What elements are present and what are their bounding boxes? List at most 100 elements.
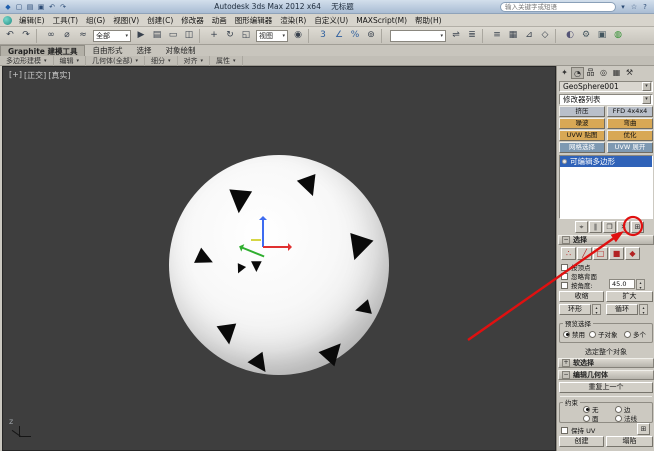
- viewport[interactable]: [+] [正交] [真实] ▲ ▲ ▲ ▲ ▲ ▲ ▲ ▲ ▲ ▲ z: [2, 66, 556, 451]
- search-scope-icon[interactable]: ▾: [618, 2, 628, 12]
- visibility-bulb-icon[interactable]: [562, 159, 567, 164]
- repeat-last-button[interactable]: 重复上一个: [559, 382, 653, 393]
- soft-selection-rollout-header[interactable]: + 软选择: [558, 358, 654, 368]
- angle-spinner[interactable]: ▴ ▾: [636, 279, 645, 290]
- select-object-icon[interactable]: ▶: [134, 28, 149, 43]
- modifier-preset-button[interactable]: 挤压: [559, 106, 605, 117]
- modifier-preset-button[interactable]: UVW 展开: [607, 142, 653, 153]
- ribbon-tab[interactable]: 选择: [129, 45, 158, 56]
- edit-geometry-rollout-header[interactable]: − 编辑几何体: [558, 370, 654, 380]
- modify-tab[interactable]: ◔: [571, 67, 584, 79]
- display-tab[interactable]: ▦: [610, 67, 623, 79]
- ribbon-tab[interactable]: 自由形式: [85, 45, 129, 56]
- select-by-name-icon[interactable]: ▤: [150, 28, 165, 43]
- app-logo-icon[interactable]: ◆: [3, 2, 13, 12]
- modifier-preset-button[interactable]: FFD 4x4x4: [607, 106, 653, 117]
- preview-selection-radio[interactable]: 禁用: [563, 329, 585, 339]
- border-mode-button[interactable]: □: [593, 247, 608, 260]
- menu-item[interactable]: 编辑(E): [15, 14, 49, 27]
- new-scene-icon[interactable]: ▢: [14, 2, 24, 12]
- pin-stack-button[interactable]: ⌖: [575, 221, 588, 233]
- select-and-rotate-icon[interactable]: ↻: [223, 28, 238, 43]
- ribbon-panel-title[interactable]: 对齐 ▾: [178, 55, 211, 66]
- redo-quick-icon[interactable]: ↷: [58, 2, 68, 12]
- select-and-move-icon[interactable]: +: [207, 28, 222, 43]
- ribbon-panel-title[interactable]: 属性 ▾: [210, 55, 243, 66]
- modifier-preset-button[interactable]: 弯曲: [607, 118, 653, 129]
- schematic-view-icon[interactable]: ◇: [538, 28, 553, 43]
- hierarchy-tab[interactable]: 品: [584, 67, 597, 79]
- menu-item[interactable]: 动画: [208, 14, 231, 27]
- loop-button[interactable]: 循环: [606, 304, 638, 315]
- rectangular-region-icon[interactable]: ▭: [166, 28, 181, 43]
- menu-item[interactable]: 帮助(H): [411, 14, 446, 27]
- element-mode-button[interactable]: ◆: [625, 247, 640, 260]
- render-production-icon[interactable]: ◍: [611, 28, 626, 43]
- menu-item[interactable]: 图形编辑器: [231, 14, 277, 27]
- selection-filter-dropdown[interactable]: 全部 ▾: [93, 29, 131, 42]
- layer-manager-icon[interactable]: ≡: [490, 28, 505, 43]
- modifier-list-dropdown[interactable]: 修改器列表 ▾: [559, 94, 653, 105]
- viewport-shading-label[interactable]: [真实]: [48, 70, 70, 81]
- checkbox-icon[interactable]: [561, 281, 568, 289]
- infocenter-search-input[interactable]: [500, 1, 616, 12]
- window-crossing-icon[interactable]: ◫: [182, 28, 197, 43]
- menu-item[interactable]: 组(G): [82, 14, 109, 27]
- menu-item[interactable]: 视图(V): [109, 14, 143, 27]
- ribbon-panel-title[interactable]: 编辑 ▾: [54, 55, 87, 66]
- make-unique-button[interactable]: ❐: [603, 221, 616, 233]
- modifier-stack[interactable]: 可编辑多边形: [559, 155, 653, 219]
- loop-spinner[interactable]: ▴ ▾: [639, 304, 648, 315]
- polygon-mode-button[interactable]: ■: [609, 247, 624, 260]
- angle-snap-icon[interactable]: ∠: [332, 28, 347, 43]
- graphite-ribbon-toggle-icon[interactable]: ▦: [506, 28, 521, 43]
- constraint-radio[interactable]: 面: [583, 413, 599, 423]
- motion-tab[interactable]: ◎: [597, 67, 610, 79]
- ribbon-tab[interactable]: Graphite 建模工具: [0, 45, 86, 56]
- create-button[interactable]: 创建: [559, 436, 604, 447]
- angle-value-field[interactable]: 45.0: [609, 279, 635, 289]
- percent-snap-icon[interactable]: %: [348, 28, 363, 43]
- material-editor-icon[interactable]: ◐: [563, 28, 578, 43]
- menu-item[interactable]: 渲染(R): [276, 14, 310, 27]
- grow-button[interactable]: 扩大: [606, 291, 653, 302]
- undo-quick-icon[interactable]: ↶: [47, 2, 57, 12]
- spinner-snap-icon[interactable]: ⊚: [364, 28, 379, 43]
- use-pivot-center-icon[interactable]: ◉: [291, 28, 306, 43]
- modifier-preset-button[interactable]: UVW 贴图: [559, 130, 605, 141]
- shrink-button[interactable]: 收缩: [559, 291, 604, 302]
- ring-button[interactable]: 环形: [559, 304, 591, 315]
- select-and-link-icon[interactable]: ∞: [44, 28, 59, 43]
- named-selection-sets-dropdown[interactable]: ▾: [390, 29, 446, 42]
- chevron-down-icon[interactable]: ▾: [642, 82, 651, 91]
- favorites-star-icon[interactable]: ☆: [629, 2, 639, 12]
- checkbox-icon[interactable]: [561, 272, 568, 280]
- rendered-frame-icon[interactable]: ▣: [595, 28, 610, 43]
- ring-spinner[interactable]: ▴ ▾: [592, 304, 601, 315]
- preview-selection-radio[interactable]: 多个: [624, 329, 646, 339]
- bind-to-space-warp-icon[interactable]: ≈: [76, 28, 91, 43]
- unlink-selection-icon[interactable]: ⌀: [60, 28, 75, 43]
- align-icon[interactable]: ≣: [465, 28, 480, 43]
- gizmo-plane-handle[interactable]: [251, 239, 261, 241]
- utilities-tab[interactable]: ⚒: [623, 67, 636, 79]
- chevron-down-icon[interactable]: ▾: [642, 95, 651, 104]
- redo-icon[interactable]: ↷: [19, 28, 34, 43]
- snap-toggle-3d-icon[interactable]: 3: [316, 28, 331, 43]
- ribbon-tab[interactable]: 对象绘制: [158, 45, 202, 56]
- menu-item[interactable]: 自定义(U): [310, 14, 352, 27]
- gizmo-x-axis[interactable]: [263, 243, 292, 251]
- configure-modifier-sets-button[interactable]: ⊞: [631, 221, 644, 233]
- preserve-uv-checkbox[interactable]: [561, 426, 568, 434]
- checkbox-icon[interactable]: [561, 263, 568, 271]
- menu-item[interactable]: MAXScript(M): [352, 14, 411, 27]
- ribbon-panel-title[interactable]: 多边形建模 ▾: [0, 55, 54, 66]
- application-button-icon[interactable]: [3, 15, 12, 25]
- menu-item[interactable]: 创建(C): [143, 14, 177, 27]
- remove-modifier-button[interactable]: ✕: [617, 221, 630, 233]
- render-setup-icon[interactable]: ⚙: [579, 28, 594, 43]
- viewport-pov-label[interactable]: [正交]: [24, 70, 46, 81]
- vertex-mode-button[interactable]: ∴: [561, 247, 576, 260]
- preview-selection-radio[interactable]: 子对象: [589, 329, 618, 339]
- selection-rollout-header[interactable]: − 选择: [558, 235, 654, 245]
